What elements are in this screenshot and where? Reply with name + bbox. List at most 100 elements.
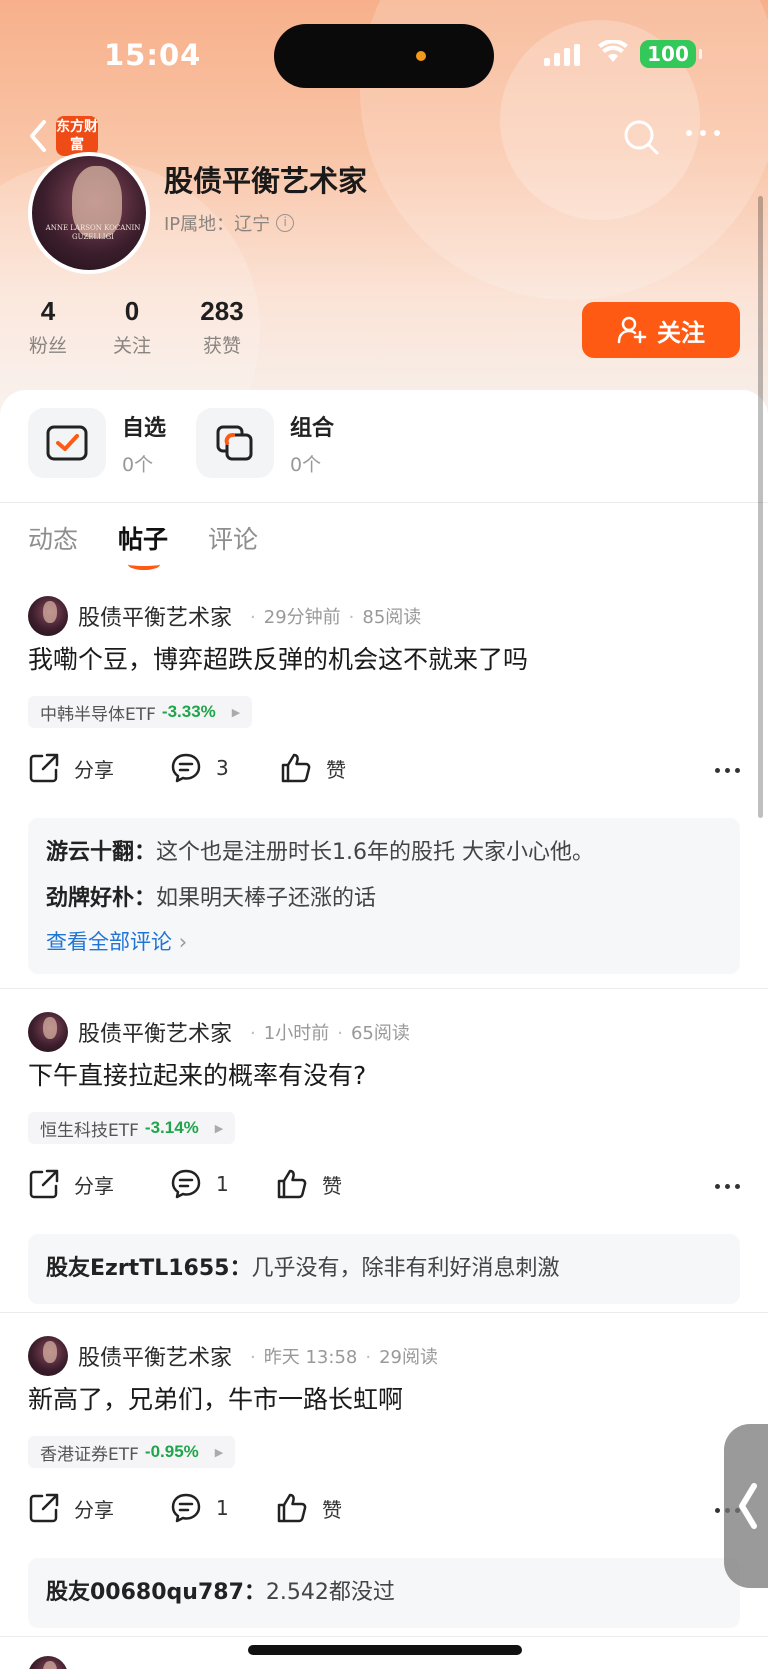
post-item[interactable]: 股债平衡艺术家 · 1小时前 · 65阅读 下午直接拉起来的概率有没有? 恒生科技ET…	[0, 1012, 768, 1312]
comment-text: 如果明天棒子还涨的话	[156, 886, 377, 911]
comment-preview[interactable]: 股友EzrtTL1655：几乎没有，除非有利好消息刺激	[28, 1234, 740, 1304]
comment-text: 几乎没有，除非有利好消息刺激	[251, 1256, 560, 1281]
avatar-caption: ANNE LARSON KOCANIN GUZELLIGI	[45, 224, 141, 241]
portfolio-count: 0个	[290, 453, 322, 476]
stat-label: 粉丝	[28, 335, 67, 357]
scrollbar[interactable]	[758, 196, 763, 818]
chevron-left-icon	[739, 1483, 757, 1529]
post-header: 股债平衡艺术家 · 29分钟前 · 85阅读	[28, 596, 421, 636]
like-button[interactable]: 赞	[280, 752, 346, 784]
comment-button[interactable]: 1	[170, 1492, 229, 1524]
post-item[interactable]: 股债平衡艺术家 · 昨天 13:58 · 29阅读 新高了，兄弟们，牛市一路长虹啊 香…	[0, 1336, 768, 1646]
comment-line: 股友00680qu787：2.542都没过	[46, 1570, 722, 1616]
stock-tag-change: -3.14%	[144, 1118, 199, 1137]
comment-line: 劲牌好朴：如果明天棒子还涨的话	[46, 876, 722, 922]
post-author[interactable]: 股债平衡艺术家	[78, 1340, 232, 1372]
post-author[interactable]: 股债平衡艺术家	[78, 600, 232, 632]
checkbox-icon	[28, 408, 106, 478]
content-tabs: 动态 帖子 评论	[28, 520, 258, 570]
more-options-icon[interactable]	[686, 130, 720, 136]
tab-activity[interactable]: 动态	[28, 520, 78, 556]
commenter-name[interactable]: 劲牌好朴：	[46, 886, 156, 911]
commenter-name[interactable]: 游云十翻：	[46, 840, 156, 865]
author-avatar[interactable]	[28, 1336, 68, 1376]
share-button[interactable]: 分享	[28, 1492, 114, 1524]
profile-username: 股债平衡艺术家	[164, 164, 368, 198]
dynamic-island	[274, 24, 494, 88]
search-icon[interactable]	[622, 118, 660, 156]
comment-line: 游云十翻：这个也是注册时长1.6年的股托 大家小心他。	[46, 830, 722, 876]
status-time: 15:04	[104, 38, 202, 72]
post-actions: 分享 1 赞	[28, 1168, 740, 1208]
comment-preview[interactable]: 股友00680qu787：2.542都没过	[28, 1558, 740, 1628]
share-button[interactable]: 分享	[28, 1168, 114, 1200]
comment-preview[interactable]: 游云十翻：这个也是注册时长1.6年的股托 大家小心他。 劲牌好朴：如果明天棒子还…	[28, 818, 740, 974]
add-user-icon	[617, 316, 647, 344]
portfolio-title: 组合	[290, 415, 335, 441]
stat-likes[interactable]: 283 获赞	[192, 296, 252, 358]
post-time: 1小时前	[263, 1023, 330, 1044]
cellular-signal-icon	[544, 44, 580, 66]
stock-tag[interactable]: 香港证券ETF -0.95% ▶	[28, 1436, 236, 1468]
battery-indicator: 100	[640, 40, 702, 68]
camera-indicator-dot	[416, 51, 426, 61]
stock-tag[interactable]: 恒生科技ETF -3.14% ▶	[28, 1112, 236, 1144]
profile-avatar[interactable]: ANNE LARSON KOCANIN GUZELLIGI	[28, 152, 150, 274]
tab-comments[interactable]: 评论	[208, 520, 258, 556]
like-label: 赞	[322, 1173, 342, 1198]
stock-tag-change: -0.95%	[144, 1442, 199, 1461]
post-text[interactable]: 新高了，兄弟们，牛市一路长虹啊	[28, 1380, 403, 1416]
stock-tag-change: -3.33%	[161, 702, 216, 721]
post-text[interactable]: 下午直接拉起来的概率有没有?	[28, 1056, 366, 1092]
thumbs-up-icon	[277, 1493, 307, 1523]
post-more-icon[interactable]	[715, 1184, 740, 1189]
back-arrow-icon[interactable]	[22, 116, 56, 156]
author-avatar[interactable]	[28, 596, 68, 636]
stat-label: 获赞	[202, 335, 241, 357]
post-time: 29分钟前	[263, 607, 341, 628]
stock-tag-name: 中韩半导体ETF	[40, 704, 156, 725]
post-more-icon[interactable]	[715, 768, 740, 773]
comment-button[interactable]: 3	[170, 752, 229, 784]
view-all-comments-link[interactable]: 查看全部评论 ›	[46, 922, 722, 962]
post-time: 昨天 13:58	[263, 1347, 358, 1368]
wifi-icon	[598, 40, 628, 62]
watchlist-entry[interactable]: 自选 0个	[28, 408, 166, 478]
commenter-name[interactable]: 股友00680qu787：	[46, 1580, 266, 1605]
status-bar: 15:04 100	[0, 0, 768, 110]
commenter-name[interactable]: 股友EzrtTL1655：	[46, 1256, 251, 1281]
home-indicator[interactable]	[248, 1645, 522, 1655]
comment-icon	[171, 1493, 201, 1523]
post-reads: 29阅读	[379, 1347, 438, 1368]
ip-location: IP属地：辽宁 i	[164, 210, 295, 236]
stat-value: 4	[40, 296, 56, 326]
stat-followers[interactable]: 4 粉丝	[28, 296, 68, 358]
stock-tag[interactable]: 中韩半导体ETF -3.33% ▶	[28, 696, 253, 728]
post-meta: · 29分钟前 · 85阅读	[250, 607, 422, 628]
post-item[interactable]: 股债平衡艺术家 · 29分钟前 · 85阅读 我嘞个豆，博弈超跌反弹的机会这不就来了吗…	[0, 596, 768, 1016]
post-text[interactable]: 我嘞个豆，博弈超跌反弹的机会这不就来了吗	[28, 640, 528, 676]
info-icon[interactable]: i	[276, 214, 295, 232]
like-button[interactable]: 赞	[276, 1168, 342, 1200]
post-author[interactable]: 股债平衡艺术家	[78, 1016, 232, 1048]
share-label: 分享	[74, 757, 114, 782]
author-avatar[interactable]	[28, 1012, 68, 1052]
share-icon	[29, 753, 59, 783]
like-label: 赞	[322, 1497, 342, 1522]
follow-button[interactable]: 关注	[582, 302, 740, 358]
stat-value: 283	[200, 296, 244, 326]
stat-following[interactable]: 0 关注	[112, 296, 152, 358]
thumbs-up-icon	[281, 753, 311, 783]
comment-count: 1	[216, 1172, 229, 1196]
post-header: 股债平衡艺术家 · 1小时前 · 65阅读	[28, 1012, 410, 1052]
side-panel-handle[interactable]	[724, 1424, 768, 1588]
share-button[interactable]: 分享	[28, 752, 114, 784]
comment-button[interactable]: 1	[170, 1168, 229, 1200]
tab-posts[interactable]: 帖子	[118, 520, 168, 570]
portfolio-entry[interactable]: 组合 0个	[196, 408, 334, 478]
comment-line: 股友EzrtTL1655：几乎没有，除非有利好消息刺激	[46, 1246, 722, 1292]
like-button[interactable]: 赞	[276, 1492, 342, 1524]
tag-arrow-icon: ▶	[214, 1445, 224, 1459]
author-avatar[interactable]	[28, 1656, 68, 1669]
divider	[0, 502, 768, 503]
